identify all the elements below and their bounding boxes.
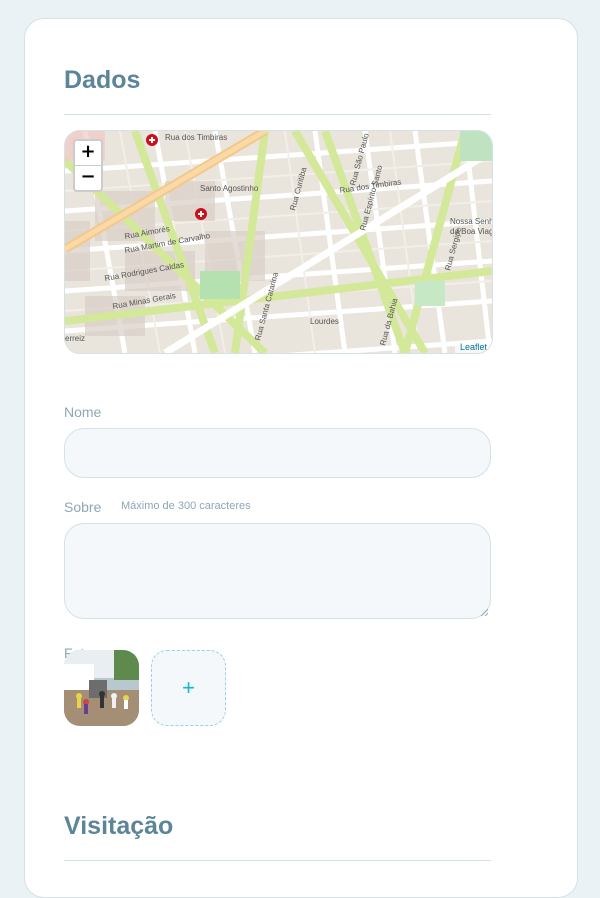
map-label: Nossa Senhora xyxy=(450,217,492,226)
section-title-visitacao: Visitação xyxy=(64,812,174,840)
divider xyxy=(64,860,491,861)
map-label: erreiz xyxy=(65,334,85,343)
photo-thumbnail xyxy=(64,650,139,726)
hospital-marker-icon xyxy=(146,134,158,146)
map[interactable]: Rua dos Timbiras Rua dos Timbiras Santo … xyxy=(64,130,493,354)
map-label: Rua dos Timbiras xyxy=(165,133,227,142)
plus-icon: + xyxy=(182,675,195,700)
section-title-dados: Dados xyxy=(64,66,141,94)
map-tiles[interactable]: Rua dos Timbiras Rua dos Timbiras Santo … xyxy=(65,131,492,353)
hospital-marker-icon xyxy=(195,208,207,220)
zoom-in-button[interactable]: + xyxy=(75,141,101,166)
zoom-out-button[interactable]: − xyxy=(75,166,101,190)
map-attribution[interactable]: Leaflet xyxy=(454,341,492,353)
sobre-hint: Máximo de 300 caracteres xyxy=(121,500,251,512)
resize-handle-icon[interactable] xyxy=(480,608,488,616)
nome-input[interactable] xyxy=(64,428,491,478)
zoom-control: + − xyxy=(73,139,103,192)
divider xyxy=(64,114,491,115)
nome-label: Nome xyxy=(64,404,102,420)
map-label: Santo Agostinho xyxy=(200,184,259,193)
sobre-label: Sobre xyxy=(64,499,102,515)
uploaded-photo[interactable] xyxy=(64,650,139,726)
map-label: Lourdes xyxy=(310,317,339,326)
sobre-textarea[interactable] xyxy=(64,523,491,619)
add-photo-button[interactable]: + xyxy=(151,650,226,726)
